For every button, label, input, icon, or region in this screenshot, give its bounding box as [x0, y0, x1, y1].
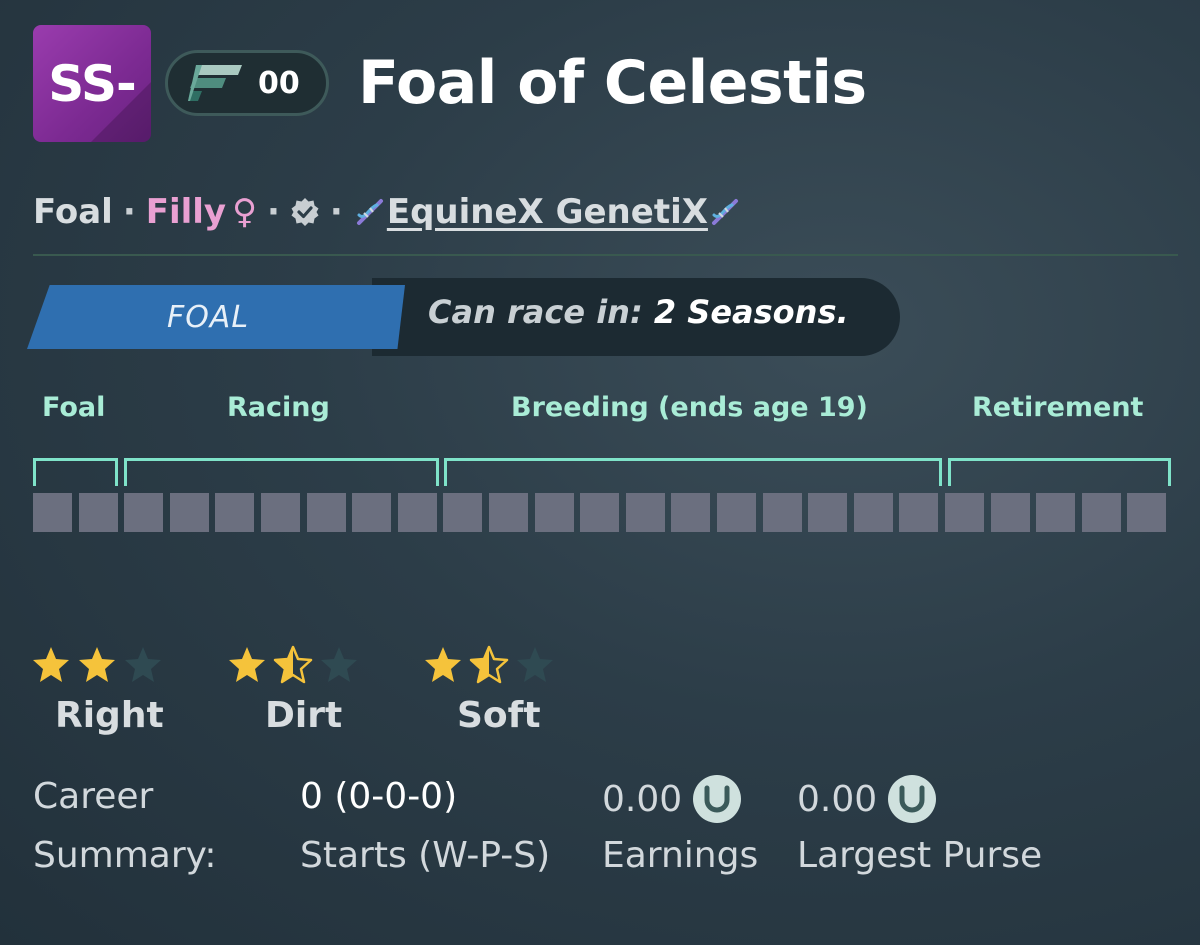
- divider: [33, 254, 1178, 256]
- star-filled-icon: [229, 647, 265, 682]
- separator: ·: [267, 192, 280, 232]
- dna-icon: [711, 199, 738, 225]
- season-block: [717, 493, 756, 532]
- season-block: [443, 493, 483, 532]
- female-symbol-icon: ♀: [232, 192, 257, 232]
- season-block: [489, 493, 528, 532]
- star-rating: [227, 645, 377, 685]
- season-block: [899, 493, 939, 532]
- grade-badge: SS-: [33, 25, 151, 142]
- season-block: [78, 493, 118, 532]
- career-heading-line2: Summary:: [33, 835, 217, 876]
- dna-icon: [356, 199, 383, 225]
- season-block: [124, 493, 164, 532]
- generation-number: 00: [258, 65, 300, 101]
- phase-bracket-retirement: [948, 458, 1171, 486]
- season-block: [1127, 493, 1167, 532]
- stable-link[interactable]: EquineX GenetiX: [353, 192, 742, 232]
- star-filled-icon: [79, 647, 115, 682]
- star-rating: [423, 645, 573, 685]
- generation-badge: 00: [165, 50, 329, 116]
- season-block: [990, 493, 1030, 532]
- purse-value: 0.00: [797, 778, 878, 820]
- season-block: [808, 493, 848, 532]
- season-block: [945, 493, 984, 532]
- season-block: [580, 493, 620, 532]
- starts-label: Starts (W-P-S): [300, 835, 551, 876]
- career-heading-line1: Career: [33, 776, 154, 817]
- rating-label: Right: [55, 695, 164, 736]
- rating-condition: Soft: [423, 645, 573, 736]
- rating-surface: Dirt: [227, 645, 377, 736]
- season-timeline: [33, 493, 1171, 533]
- season-block: [671, 493, 711, 532]
- star-filled-icon: [33, 647, 69, 682]
- rating-label: Soft: [457, 695, 541, 736]
- season-block: [853, 493, 893, 532]
- star-half-icon: [469, 645, 509, 684]
- earnings: 0.00: [602, 774, 742, 824]
- grade-label: SS-: [48, 54, 137, 113]
- purse-label: Largest Purse: [797, 835, 1043, 876]
- largest-purse: 0.00: [797, 774, 937, 824]
- season-block: [306, 493, 346, 532]
- phase-bracket-breeding: [444, 458, 942, 486]
- phase-label-breeding: Breeding (ends age 19): [511, 392, 868, 423]
- season-block: [762, 493, 802, 532]
- star-half-icon: [273, 645, 313, 684]
- star-empty-icon: [125, 647, 161, 682]
- season-block: [1081, 493, 1121, 532]
- star-empty-icon: [321, 647, 357, 682]
- race-in-value: 2 Seasons.: [653, 293, 849, 331]
- season-block: [625, 493, 665, 532]
- stable-name: EquineX GenetiX: [386, 192, 708, 232]
- sex-label: Filly: [145, 192, 227, 232]
- separator: ·: [329, 192, 343, 232]
- rating-direction: Right: [31, 645, 181, 736]
- speed-flag-icon: [188, 65, 242, 101]
- stage-label: FOAL: [166, 299, 250, 335]
- race-in-prefix: Can race in:: [428, 293, 643, 331]
- coin-icon: [888, 775, 937, 823]
- star-rating: [31, 645, 181, 685]
- star-empty-icon: [517, 647, 553, 682]
- season-block: [534, 493, 574, 532]
- race-eligibility: Can race in: 2 Seasons.: [428, 293, 849, 331]
- phase-bracket-racing: [124, 458, 439, 486]
- season-block: [261, 493, 300, 532]
- phase-label-retirement: Retirement: [972, 392, 1144, 423]
- horse-meta-row: Foal · Filly ♀ · · EquineX GenetiX: [33, 190, 742, 234]
- season-block: [352, 493, 392, 532]
- season-block: [169, 493, 209, 532]
- season-block: [1036, 493, 1076, 532]
- age-class: Foal: [33, 192, 113, 232]
- stage-tag: FOAL: [27, 285, 405, 349]
- earnings-label: Earnings: [602, 835, 759, 876]
- separator: ·: [122, 192, 136, 232]
- coin-icon: [693, 775, 742, 823]
- phase-bracket-foal: [33, 458, 118, 486]
- phase-label-racing: Racing: [227, 392, 330, 423]
- horse-name: Foal of Celestis: [358, 48, 867, 118]
- earnings-value: 0.00: [602, 778, 683, 820]
- phase-label-foal: Foal: [42, 392, 106, 423]
- season-block: [397, 493, 437, 532]
- season-block: [215, 493, 255, 532]
- rating-label: Dirt: [265, 695, 343, 736]
- starts-value: 0 (0-0-0): [300, 776, 458, 817]
- star-filled-icon: [425, 647, 461, 682]
- verified-badge-icon: [290, 197, 320, 227]
- season-block: [33, 493, 72, 532]
